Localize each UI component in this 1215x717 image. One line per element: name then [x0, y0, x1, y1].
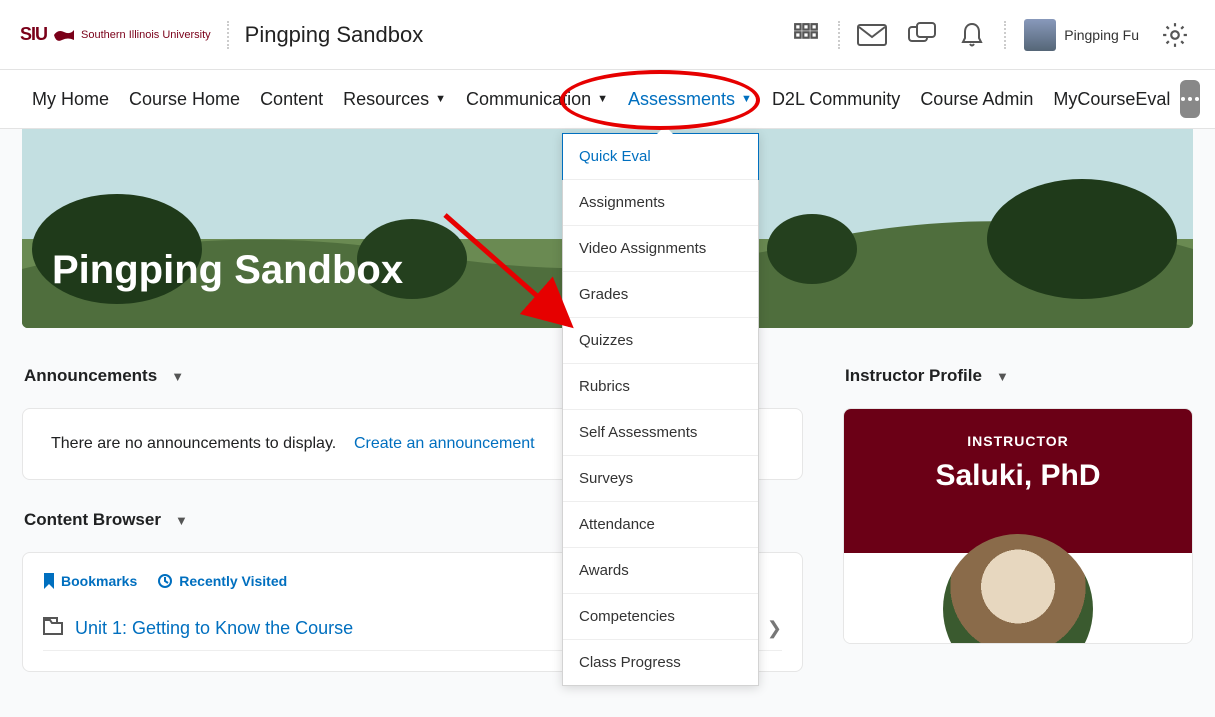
chevron-down-icon[interactable]: ▼ [171, 369, 184, 384]
folder-icon [43, 617, 63, 640]
mail-icon[interactable] [852, 15, 892, 55]
content-browser-header: Content Browser [24, 510, 161, 530]
org-logo[interactable]: SIU Southern Illinois University [20, 24, 211, 45]
dd-video-assignments[interactable]: Video Assignments [563, 225, 758, 271]
nav-d2l-community[interactable]: D2L Community [762, 70, 910, 128]
create-announcement-link[interactable]: Create an announcement [354, 435, 535, 452]
bookmarks-label: Bookmarks [61, 573, 137, 589]
dd-competencies[interactable]: Competencies [563, 593, 758, 639]
dd-assignments[interactable]: Assignments [563, 179, 758, 225]
nav-label: My Home [32, 89, 109, 110]
chevron-right-icon[interactable]: ❯ [767, 618, 782, 639]
dd-label: Rubrics [579, 378, 630, 395]
nav-bar: My Home Course Home Content Resources ▼ C… [0, 70, 1215, 129]
course-title[interactable]: Pingping Sandbox [245, 22, 424, 48]
instructor-role: INSTRUCTOR [854, 433, 1182, 449]
nav-resources[interactable]: Resources ▼ [333, 70, 456, 128]
dd-attendance[interactable]: Attendance [563, 501, 758, 547]
dd-rubrics[interactable]: Rubrics [563, 363, 758, 409]
bookmarks-link[interactable]: Bookmarks [43, 573, 137, 589]
user-menu[interactable]: Pingping Fu [1018, 19, 1145, 51]
nav-course-admin[interactable]: Course Admin [910, 70, 1043, 128]
saluki-icon [53, 27, 75, 43]
nav-label: Assessments [628, 89, 735, 110]
dd-quizzes[interactable]: Quizzes [563, 317, 758, 363]
nav-label: Communication [466, 89, 591, 110]
avatar [1024, 19, 1056, 51]
instructor-photo [943, 534, 1093, 644]
instructor-profile-header: Instructor Profile [845, 366, 982, 386]
chevron-down-icon: ▼ [597, 93, 608, 105]
history-icon [157, 573, 173, 589]
dd-label: Video Assignments [579, 240, 706, 257]
dd-quick-eval[interactable]: Quick Eval [562, 133, 759, 180]
nav-label: Content [260, 89, 323, 110]
dd-label: Assignments [579, 194, 665, 211]
nav-label: Course Home [129, 89, 240, 110]
nav-label: MyCourseEval [1053, 89, 1170, 110]
nav-label: Resources [343, 89, 429, 110]
bookmark-icon [43, 573, 55, 589]
chat-icon[interactable] [902, 15, 942, 55]
chevron-down-icon: ▼ [741, 93, 752, 105]
nav-my-home[interactable]: My Home [22, 70, 119, 128]
dd-label: Attendance [579, 516, 655, 533]
chevron-down-icon[interactable]: ▼ [996, 369, 1009, 384]
right-column: Instructor Profile ▼ INSTRUCTOR Saluki, … [843, 366, 1193, 644]
dd-label: Awards [579, 562, 629, 579]
nav-communication[interactable]: Communication ▼ [456, 70, 618, 128]
dd-class-progress[interactable]: Class Progress [563, 639, 758, 685]
logo-text: Southern Illinois University [81, 29, 211, 41]
header-icons: Pingping Fu [786, 15, 1195, 55]
nav-course-home[interactable]: Course Home [119, 70, 250, 128]
apps-icon[interactable] [786, 15, 826, 55]
instructor-card: INSTRUCTOR Saluki, PhD [843, 408, 1193, 644]
dd-label: Competencies [579, 608, 675, 625]
dd-label: Surveys [579, 470, 633, 487]
separator [1004, 21, 1006, 49]
no-announcements-text: There are no announcements to display. [51, 435, 336, 452]
dd-label: Quick Eval [579, 148, 651, 165]
nav-mycourseeval[interactable]: MyCourseEval [1043, 70, 1180, 128]
announcements-header: Announcements [24, 366, 157, 386]
separator [838, 21, 840, 49]
dd-awards[interactable]: Awards [563, 547, 758, 593]
gear-icon[interactable] [1155, 15, 1195, 55]
username: Pingping Fu [1064, 27, 1139, 43]
more-button[interactable] [1180, 80, 1200, 118]
logo-abbr: SIU [20, 24, 47, 45]
dd-label: Self Assessments [579, 424, 697, 441]
dd-label: Grades [579, 286, 628, 303]
nav-label: Course Admin [920, 89, 1033, 110]
chevron-down-icon: ▼ [435, 93, 446, 105]
chevron-down-icon[interactable]: ▼ [175, 513, 188, 528]
nav-label: D2L Community [772, 89, 900, 110]
dd-surveys[interactable]: Surveys [563, 455, 758, 501]
instructor-name: Saluki, PhD [854, 459, 1182, 493]
dd-grades[interactable]: Grades [563, 271, 758, 317]
nav-assessments[interactable]: Assessments ▼ [618, 70, 762, 128]
recently-visited-link[interactable]: Recently Visited [157, 573, 287, 589]
separator [227, 21, 229, 49]
dd-self-assessments[interactable]: Self Assessments [563, 409, 758, 455]
nav-content[interactable]: Content [250, 70, 333, 128]
assessments-dropdown: Quick Eval Assignments Video Assignments… [562, 133, 759, 686]
bell-icon[interactable] [952, 15, 992, 55]
top-header: SIU Southern Illinois University Pingpin… [0, 0, 1215, 70]
banner-title: Pingping Sandbox [52, 248, 403, 293]
dd-label: Class Progress [579, 654, 681, 671]
dd-label: Quizzes [579, 332, 633, 349]
recently-label: Recently Visited [179, 573, 287, 589]
